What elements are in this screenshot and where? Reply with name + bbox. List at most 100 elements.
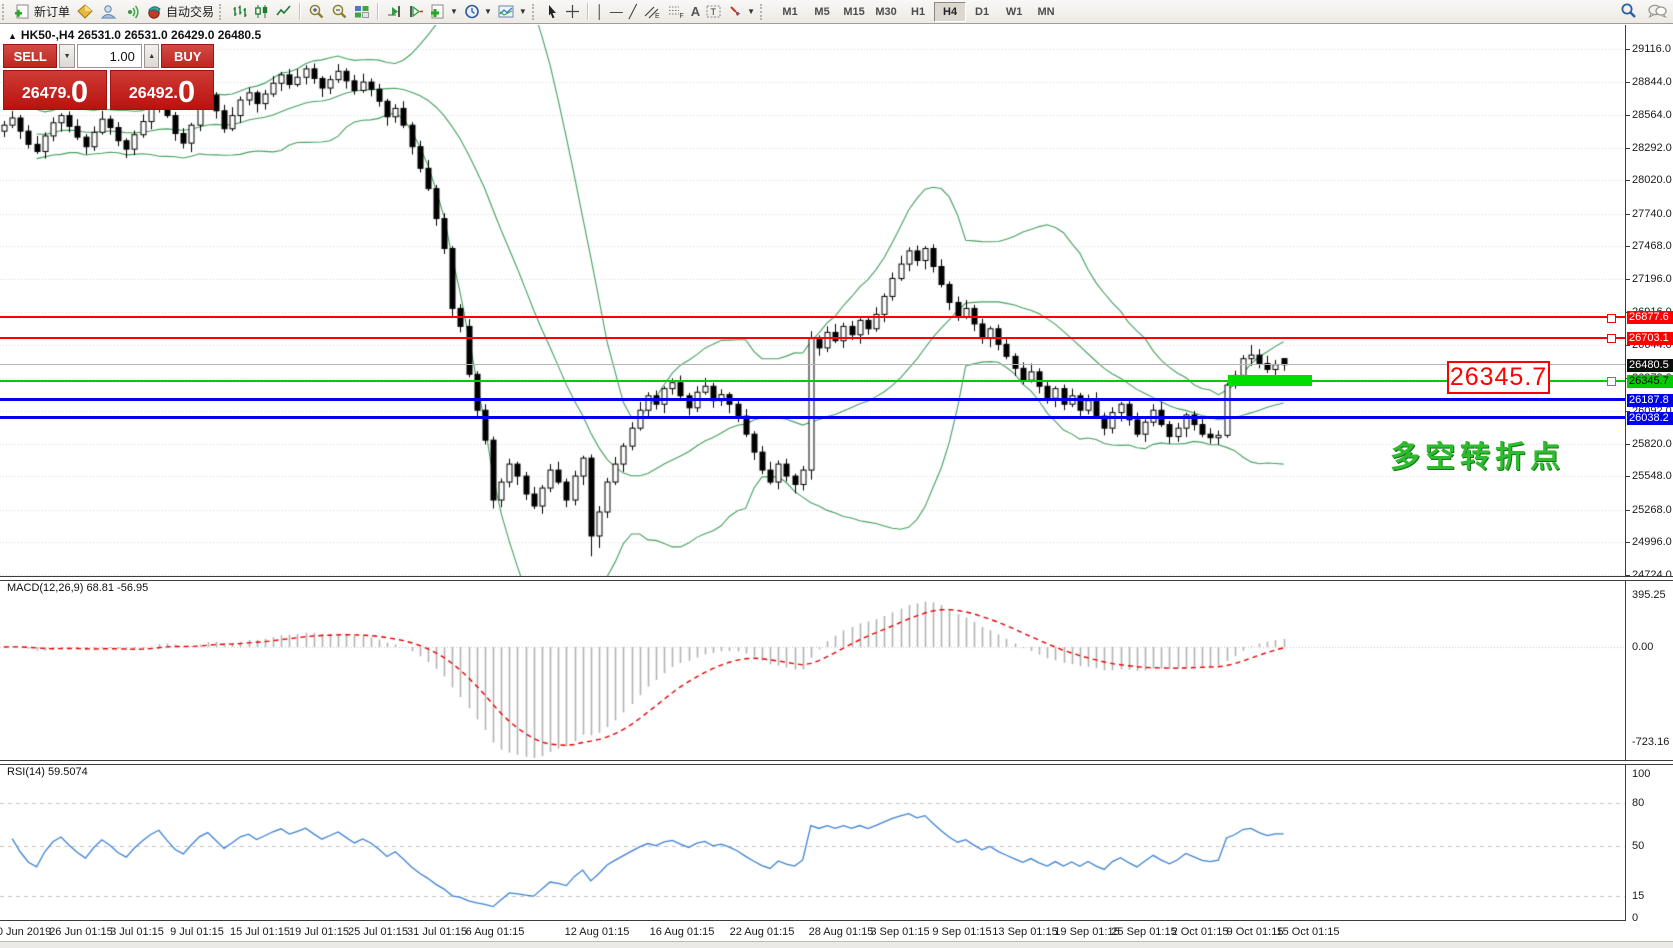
toolbar-drag-handle[interactable] xyxy=(531,3,538,20)
tab-timeframe-M5[interactable]: M5 xyxy=(806,2,838,22)
buy-button[interactable]: BUY xyxy=(161,44,215,68)
price-tick-mark xyxy=(1626,214,1630,215)
toolbar-right-icons xyxy=(1620,2,1668,24)
svg-text:F: F xyxy=(679,13,683,19)
cursor-button[interactable] xyxy=(542,2,562,22)
hline-marker[interactable] xyxy=(1607,377,1616,387)
volume-increase-button[interactable]: ▲ xyxy=(143,44,160,68)
tab-timeframe-H1[interactable]: H1 xyxy=(902,2,934,22)
macd-pane-separator[interactable] xyxy=(0,576,1673,581)
horizontal-line-button[interactable]: — xyxy=(607,2,626,22)
one-click-collapse-icon[interactable]: ▲ xyxy=(8,31,17,41)
buy-price[interactable]: 26492. 0 xyxy=(110,70,214,110)
macd-label: MACD(12,26,9) 68.81 -56.95 xyxy=(7,582,149,594)
hline-26877.6[interactable] xyxy=(0,316,1626,319)
zoom-in-icon xyxy=(308,4,325,20)
price-tag-26703.1: 26703.1 xyxy=(1627,332,1673,345)
price-callout-26345[interactable]: 26345.7 xyxy=(1447,361,1550,394)
rsi-axis-label: 80 xyxy=(1632,796,1645,809)
candlestick-button[interactable] xyxy=(251,2,273,22)
chart-shift-button[interactable] xyxy=(405,2,427,22)
diamond-button[interactable] xyxy=(73,2,97,22)
svg-text:T: T xyxy=(711,7,717,17)
hline-26345.7[interactable] xyxy=(0,379,1626,382)
time-axis-label: 26 Jun 01:15 xyxy=(49,926,113,938)
text-label-button[interactable]: T xyxy=(703,2,725,22)
crosshair-icon xyxy=(565,4,580,19)
line-chart-button[interactable] xyxy=(273,2,295,22)
time-axis-label: 3 Sep 01:15 xyxy=(870,926,930,938)
rsi-canvas[interactable] xyxy=(0,765,1626,920)
sell-button[interactable]: SELL xyxy=(3,44,58,68)
sell-price[interactable]: 26479. 0 xyxy=(3,70,107,110)
price-axis-line xyxy=(1625,25,1626,920)
autotrade-button[interactable]: 自动交易 xyxy=(143,2,217,22)
signal-button[interactable] xyxy=(120,2,143,22)
sell-price-main: 26479 xyxy=(21,85,67,102)
hline-26187.8[interactable] xyxy=(0,398,1626,402)
main-chart-canvas[interactable] xyxy=(0,25,1626,576)
new-order-label: 新订单 xyxy=(34,5,71,19)
volume-input[interactable] xyxy=(76,44,142,68)
toolbar-drag-handle[interactable] xyxy=(219,3,225,20)
diamond-icon xyxy=(76,4,94,19)
rsi-pane-separator[interactable] xyxy=(0,760,1673,765)
search-icon[interactable] xyxy=(1620,2,1637,24)
bar-chart-button[interactable] xyxy=(229,2,251,22)
new-order-icon xyxy=(15,4,31,19)
chevron-down-icon: ▼ xyxy=(747,7,756,16)
fibonacci-button[interactable]: F xyxy=(664,2,688,22)
templates-button[interactable]: ▼ xyxy=(495,2,530,22)
trendline-icon: ╱ xyxy=(628,3,637,19)
turning-point-annotation[interactable]: 多空转折点 xyxy=(1390,432,1565,476)
hline-marker[interactable] xyxy=(1607,334,1616,344)
tab-timeframe-H4[interactable]: H4 xyxy=(934,1,967,22)
tab-timeframe-M1[interactable]: M1 xyxy=(774,2,806,22)
text-button[interactable]: A xyxy=(688,2,703,22)
hline-26480.5[interactable] xyxy=(0,364,1626,366)
tab-timeframe-D1[interactable]: D1 xyxy=(966,2,998,22)
profile-button[interactable] xyxy=(97,2,120,22)
price-tick-mark xyxy=(1626,180,1630,181)
hline-highlight-segment[interactable] xyxy=(1228,375,1312,387)
rsi-axis-label: 15 xyxy=(1632,890,1645,903)
macd-canvas[interactable] xyxy=(0,580,1626,760)
price-tick-mark xyxy=(1626,115,1630,116)
chart-title: ▲ HK50-,H4 26531.0 26531.0 26429.0 26480.… xyxy=(8,28,261,42)
periods-button[interactable]: ▼ xyxy=(461,2,495,22)
toolbar-drag-handle[interactable] xyxy=(2,3,8,20)
time-axis-label: 12 Aug 01:15 xyxy=(564,926,630,938)
hline-26703.1[interactable] xyxy=(0,336,1626,339)
zoom-out-button[interactable] xyxy=(328,2,351,22)
indicators-button[interactable]: ▼ xyxy=(427,2,461,22)
arrows-button[interactable]: ▼ xyxy=(725,2,758,22)
tab-timeframe-W1[interactable]: W1 xyxy=(998,2,1030,22)
zoom-in-button[interactable] xyxy=(305,2,328,22)
trendline-button[interactable]: ╱ xyxy=(626,2,640,22)
autoscroll-button[interactable] xyxy=(383,2,405,22)
new-order-button[interactable]: 新订单 xyxy=(12,2,73,22)
tab-timeframe-M30[interactable]: M30 xyxy=(870,2,902,22)
tab-timeframe-M15[interactable]: M15 xyxy=(838,2,870,22)
rsi-axis-label: 100 xyxy=(1632,768,1651,780)
crosshair-button[interactable] xyxy=(562,2,583,22)
tile-windows-button[interactable] xyxy=(351,2,373,22)
price-tick-label: 27196.0 xyxy=(1632,273,1672,285)
chat-icon[interactable] xyxy=(1647,3,1668,24)
chart-title-text: HK50-,H4 26531.0 26531.0 26429.0 26480.5 xyxy=(20,28,262,42)
time-axis-label: 22 Aug 01:15 xyxy=(729,926,795,938)
toolbar: 新订单 自动交易 ▼ ▼ ▼ │ — ╱ E F A T ▼ M1 M5 M15… xyxy=(0,0,1673,24)
time-axis-label: 15 Oct 01:15 xyxy=(1276,926,1340,938)
vertical-line-button[interactable]: │ xyxy=(593,2,607,22)
svg-text:E: E xyxy=(655,13,660,19)
price-tick-label: 25548.0 xyxy=(1632,470,1672,482)
tab-timeframe-MN[interactable]: MN xyxy=(1030,2,1062,22)
price-tick-label: 25268.0 xyxy=(1632,504,1672,516)
toolbar-drag-handle[interactable] xyxy=(760,3,766,20)
hline-marker[interactable] xyxy=(1607,313,1616,323)
time-axis-label: 2 Oct 01:15 xyxy=(1171,926,1229,938)
volume-decrease-button[interactable]: ▼ xyxy=(59,44,75,68)
price-tag-26038.2: 26038.2 xyxy=(1627,412,1673,425)
channel-button[interactable]: E xyxy=(640,2,664,22)
hline-26038.2[interactable] xyxy=(0,416,1626,420)
